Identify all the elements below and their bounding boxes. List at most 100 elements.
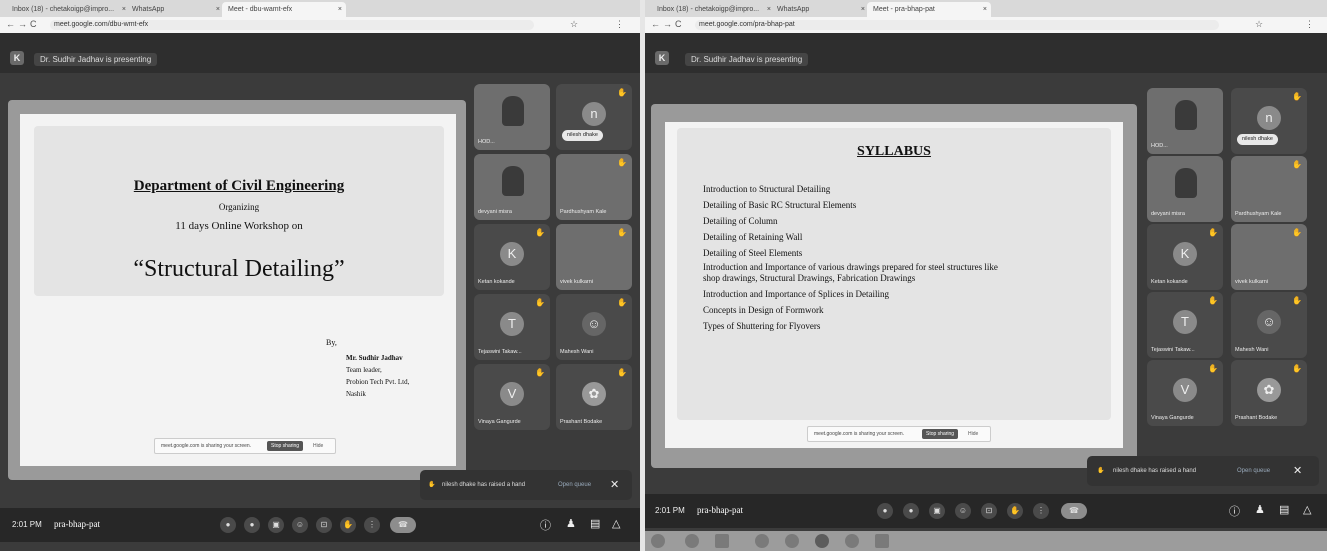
participant-tile[interactable]: ✋ vivek kulkarni <box>1231 224 1307 290</box>
close-icon[interactable]: × <box>338 2 342 17</box>
address-bar-row: ← → C meet.google.com/pra-bhap-pat ☆ ⋮ <box>645 17 1327 33</box>
more-options-icon[interactable]: ⋮ <box>1033 503 1049 519</box>
camera-icon[interactable]: ● <box>244 517 260 533</box>
raise-hand-icon[interactable]: ✋ <box>1007 503 1023 519</box>
participant-tile[interactable]: ☺ ✋ Mahesh Wani <box>1231 292 1307 358</box>
open-queue-button[interactable]: Open queue <box>1237 456 1270 486</box>
chat-icon[interactable]: ▤ <box>1279 503 1289 516</box>
participant-tile[interactable]: ✿ ✋ Prashant Bodake <box>1231 360 1307 426</box>
taskbar-app-icon[interactable] <box>715 534 729 548</box>
participant-tile[interactable]: ✿ ✋ Prashant Bodake <box>556 364 632 430</box>
mic-icon[interactable]: ● <box>877 503 893 519</box>
stop-sharing-button[interactable]: Stop sharing <box>922 429 959 439</box>
close-icon[interactable]: ✕ <box>1293 456 1302 486</box>
info-icon[interactable]: ⓘ <box>1229 503 1240 519</box>
info-icon[interactable]: ⓘ <box>540 517 551 533</box>
more-icon[interactable]: ⋮ <box>615 19 624 30</box>
forward-icon[interactable]: → <box>18 19 27 29</box>
raised-hand-icon: ✋ <box>617 88 627 97</box>
activities-icon[interactable]: △ <box>1303 503 1311 516</box>
participant-tile[interactable]: devyani misra <box>474 154 550 220</box>
end-call-icon[interactable]: ☎ <box>1061 503 1087 519</box>
captions-icon[interactable]: ▣ <box>929 503 945 519</box>
start-icon[interactable] <box>651 534 665 548</box>
participant-avatar: K <box>1173 242 1197 266</box>
hide-button[interactable]: Hide <box>313 439 323 453</box>
hide-button[interactable]: Hide <box>968 427 978 441</box>
star-icon[interactable]: ☆ <box>570 19 578 30</box>
browser-tab-bar: Inbox (18) - chetakoigp@impro... × WhatsA… <box>645 0 1327 17</box>
taskbar-app-icon[interactable] <box>685 534 699 548</box>
tab-inbox[interactable]: Inbox (18) - chetakoigp@impro... × <box>651 2 775 17</box>
people-icon[interactable]: ♟ <box>566 517 576 530</box>
participant-tile[interactable]: V ✋ Vinaya Gangurde <box>1147 360 1223 426</box>
participant-tile[interactable]: V ✋ Vinaya Gangurde <box>474 364 550 430</box>
notification-text: nilesh dhake has raised a hand <box>442 482 526 488</box>
participant-tile[interactable]: n ✋ nilesh dhake <box>1231 88 1307 154</box>
taskbar-app-icon[interactable] <box>755 534 769 548</box>
participant-tile[interactable]: ✋ Pardhushyam Kale <box>556 154 632 220</box>
stop-sharing-button[interactable]: Stop sharing <box>267 441 304 451</box>
participant-avatar: n <box>1257 106 1281 130</box>
url-field[interactable]: meet.google.com/dbu-wmt-efx <box>50 20 534 30</box>
windows-taskbar <box>645 531 1327 551</box>
forward-icon[interactable]: → <box>663 19 672 29</box>
participant-name: vivek kulkarni <box>1235 279 1269 285</box>
participant-tile[interactable]: T ✋ Tejaswini Takaw... <box>1147 292 1223 358</box>
presentation-stage: SYLLABUS Introduction to Structural Deta… <box>651 104 1137 468</box>
close-icon[interactable]: × <box>216 2 220 17</box>
participant-tile[interactable]: K ✋ Ketan kokande <box>1147 224 1223 290</box>
back-icon[interactable]: ← <box>6 19 15 29</box>
people-icon[interactable]: ♟ <box>1255 503 1265 516</box>
participant-tile[interactable]: T ✋ Tejaswini Takaw... <box>474 294 550 360</box>
tab-whatsapp[interactable]: WhatsApp × <box>126 2 224 17</box>
open-queue-button[interactable]: Open queue <box>558 470 591 500</box>
list-item: Introduction and Importance of Splices i… <box>703 289 889 299</box>
captions-icon[interactable]: ▣ <box>268 517 284 533</box>
camera-icon[interactable]: ● <box>903 503 919 519</box>
participant-tile[interactable]: ☺ ✋ Mahesh Wani <box>556 294 632 360</box>
taskbar-app-icon[interactable] <box>875 534 889 548</box>
present-icon[interactable]: ⊡ <box>316 517 332 533</box>
participant-tile[interactable]: n ✋ nilesh dhake <box>556 84 632 150</box>
raised-hand-icon: ✋ <box>1292 160 1302 169</box>
close-icon[interactable]: × <box>983 2 987 17</box>
participant-tile[interactable]: devyani misra <box>1147 156 1223 222</box>
present-icon[interactable]: ⊡ <box>981 503 997 519</box>
raise-hand-icon[interactable]: ✋ <box>340 517 356 533</box>
taskbar-app-icon[interactable] <box>785 534 799 548</box>
mic-icon[interactable]: ● <box>220 517 236 533</box>
taskbar-app-icon[interactable] <box>845 534 859 548</box>
emoji-icon[interactable]: ☺ <box>955 503 971 519</box>
reload-icon[interactable]: C <box>675 19 682 29</box>
participant-tile[interactable]: ✋ Pardhushyam Kale <box>1231 156 1307 222</box>
slide-organizing: Organizing <box>218 202 260 212</box>
reload-icon[interactable]: C <box>30 19 37 29</box>
participant-tile[interactable]: K ✋ Ketan kokande <box>474 224 550 290</box>
participant-tile[interactable]: ✋ vivek kulkarni <box>556 224 632 290</box>
presenting-text: Dr. Sudhir Jadhav is presenting <box>691 55 803 64</box>
raised-hand-icon: ✋ <box>617 298 627 307</box>
participant-avatar: V <box>500 382 524 406</box>
more-options-icon[interactable]: ⋮ <box>364 517 380 533</box>
tab-meet[interactable]: Meet - dbu-wamt-efx × <box>222 2 346 17</box>
emoji-icon[interactable]: ☺ <box>292 517 308 533</box>
right-screenshot: Inbox (18) - chetakoigp@impro... × WhatsA… <box>645 0 1327 551</box>
close-icon[interactable]: × <box>861 2 865 17</box>
close-icon[interactable]: ✕ <box>610 470 619 500</box>
participant-tile[interactable]: HOD... <box>474 84 550 150</box>
notification-text: nilesh dhake has raised a hand <box>1113 468 1197 474</box>
url-field[interactable]: meet.google.com/pra-bhap-pat <box>695 20 1219 30</box>
participant-tile[interactable]: HOD... <box>1147 88 1223 154</box>
more-icon[interactable]: ⋮ <box>1305 19 1314 30</box>
share-text: meet.google.com is sharing your screen. <box>814 431 905 437</box>
tab-inbox[interactable]: Inbox (18) - chetakoigp@impro... × <box>6 2 130 17</box>
activities-icon[interactable]: △ <box>612 517 620 530</box>
chat-icon[interactable]: ▤ <box>590 517 600 530</box>
back-icon[interactable]: ← <box>651 19 660 29</box>
end-call-icon[interactable]: ☎ <box>390 517 416 533</box>
tab-meet[interactable]: Meet - pra-bhap-pat × <box>867 2 991 17</box>
star-icon[interactable]: ☆ <box>1255 19 1263 30</box>
chrome-icon[interactable] <box>815 534 829 548</box>
tab-whatsapp[interactable]: WhatsApp × <box>771 2 869 17</box>
